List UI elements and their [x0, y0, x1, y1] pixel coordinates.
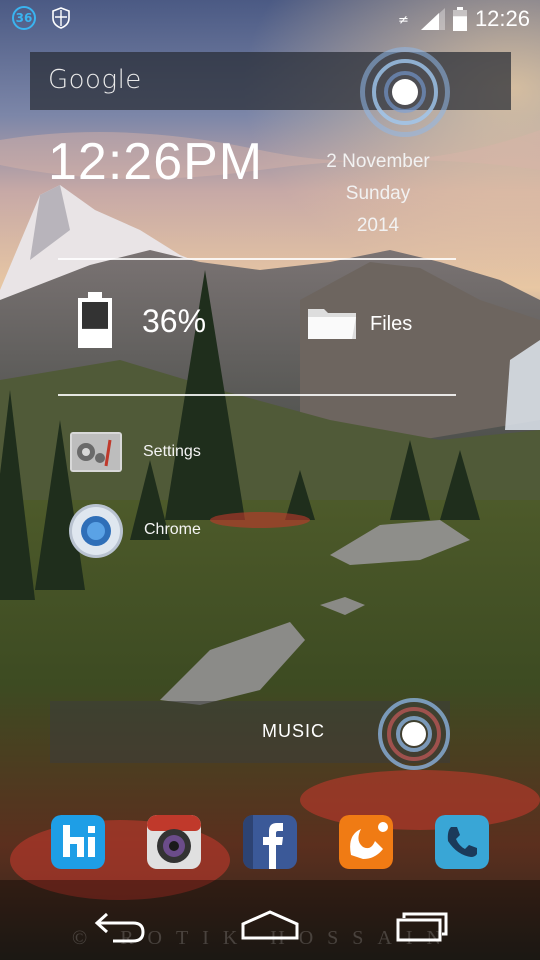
- shortcut-label-settings[interactable]: Settings: [143, 443, 201, 461]
- date-line: 2 November: [326, 151, 430, 172]
- watermark: © ROTIK HOSSAIN: [72, 927, 455, 949]
- settings-icon[interactable]: [70, 432, 122, 472]
- clock-time[interactable]: 12:26PM: [48, 132, 263, 192]
- folder-icon[interactable]: [308, 305, 356, 339]
- svg-text:≠: ≠: [398, 13, 409, 28]
- signal-icon: [420, 8, 445, 30]
- google-search-bar[interactable]: Google: [30, 47, 511, 137]
- music-widget[interactable]: MUSIC: [50, 698, 450, 770]
- date-day: Sunday: [345, 183, 411, 204]
- shield-icon: [52, 7, 70, 29]
- status-time: 12:26: [474, 6, 530, 31]
- battery-icon: [452, 7, 467, 31]
- music-ring-button[interactable]: [378, 698, 450, 770]
- shortcut-label-chrome[interactable]: Chrome: [144, 521, 201, 539]
- battery-percent: 36%: [142, 303, 207, 339]
- files-label[interactable]: Files: [370, 313, 412, 336]
- status-bar: 36 ≠ 12:26: [0, 0, 540, 38]
- divider-bottom: [58, 394, 456, 396]
- music-label: MUSIC: [262, 721, 325, 741]
- battery-large-icon: [78, 292, 112, 348]
- search-ring-button[interactable]: [360, 47, 450, 137]
- chrome-icon[interactable]: [68, 503, 124, 559]
- date-year: 2014: [356, 215, 400, 236]
- notification-count-badge[interactable]: 36: [12, 6, 36, 30]
- alarm-icon: ≠: [398, 13, 409, 28]
- google-label: Google: [48, 65, 142, 95]
- clock-date: 2 November Sunday 2014: [304, 146, 452, 242]
- divider-top: [58, 258, 456, 260]
